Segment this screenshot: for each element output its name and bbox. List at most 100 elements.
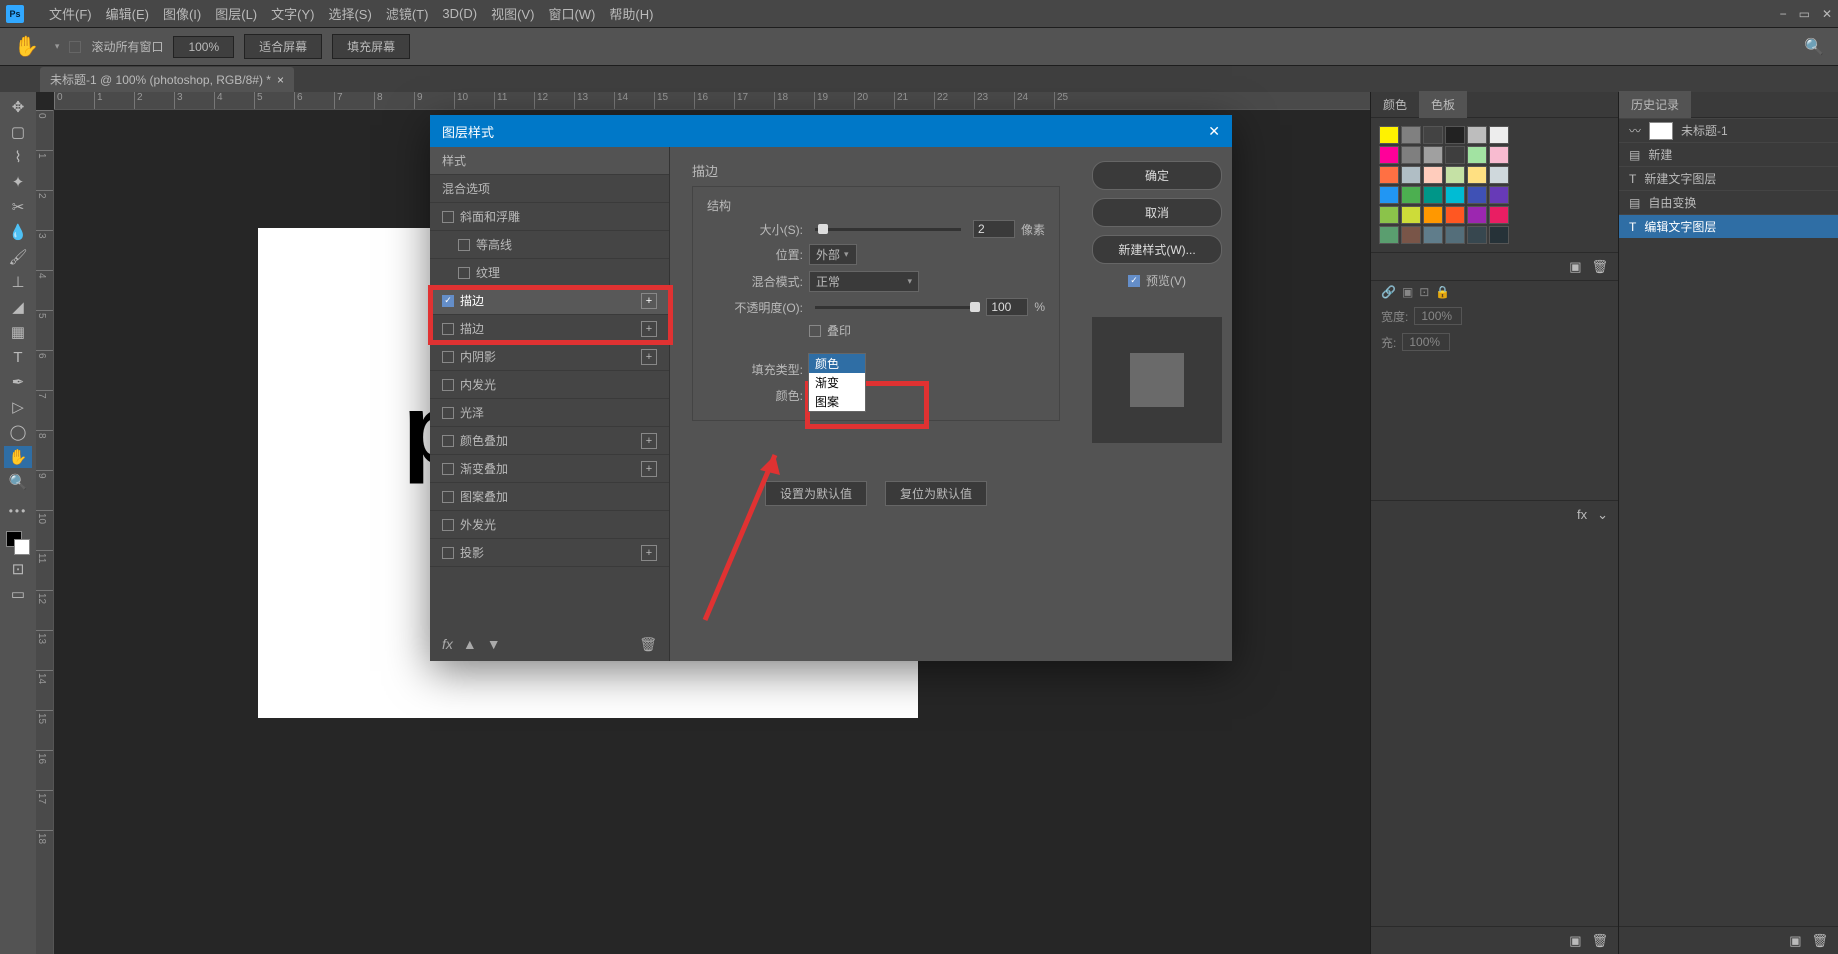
filltype-option-gradient[interactable]: 渐变	[809, 373, 865, 392]
history-item[interactable]: T新建文字图层	[1619, 166, 1838, 190]
swatch[interactable]	[1401, 206, 1421, 224]
menu-select[interactable]: 选择(S)	[321, 4, 378, 23]
crop-tool-icon[interactable]: ✂	[4, 196, 32, 218]
history-item[interactable]: ▤自由变换	[1619, 190, 1838, 214]
swatch[interactable]	[1379, 206, 1399, 224]
swatch[interactable]	[1379, 146, 1399, 164]
swatch[interactable]	[1489, 146, 1509, 164]
style-checkbox[interactable]	[458, 239, 470, 251]
color-tab[interactable]: 颜色	[1371, 91, 1419, 118]
preview-checkbox[interactable]: ✓	[1128, 275, 1140, 287]
close-tab-icon[interactable]: ×	[277, 73, 284, 87]
size-input[interactable]	[973, 220, 1015, 238]
delete-history-icon[interactable]: 🗑	[1811, 933, 1828, 949]
style-checkbox[interactable]	[442, 519, 454, 531]
swatch[interactable]	[1401, 126, 1421, 144]
history-snapshot[interactable]: 〰 未标题-1	[1619, 118, 1838, 142]
lock-icon[interactable]: 🔒	[1435, 285, 1450, 299]
fill-screen-button[interactable]: 填充屏幕	[332, 34, 410, 59]
new-snapshot-icon[interactable]: ▣	[1789, 933, 1801, 949]
filltype-option-pattern[interactable]: 图案	[809, 392, 865, 411]
brush-tool-icon[interactable]: 🖌	[4, 246, 32, 268]
style-item[interactable]: 内发光	[430, 371, 669, 399]
history-tab[interactable]: 历史记录	[1619, 91, 1691, 118]
style-checkbox[interactable]	[442, 407, 454, 419]
swatch[interactable]	[1489, 226, 1509, 244]
style-checkbox[interactable]	[442, 463, 454, 475]
add-effect-icon[interactable]: +	[641, 461, 657, 477]
style-checkbox[interactable]	[442, 323, 454, 335]
tool-preset-dropdown-icon[interactable]: ▾	[55, 41, 60, 52]
swatch[interactable]	[1423, 186, 1443, 204]
menu-edit[interactable]: 编辑(E)	[99, 4, 156, 23]
style-item[interactable]: 光泽	[430, 399, 669, 427]
swatch[interactable]	[1445, 226, 1465, 244]
history-item[interactable]: T编辑文字图层	[1619, 214, 1838, 238]
style-item[interactable]: 内阴影+	[430, 343, 669, 371]
chevron-down-icon[interactable]: ⌄	[1597, 507, 1608, 523]
swatch[interactable]	[1401, 146, 1421, 164]
new-icon[interactable]: ▣	[1402, 285, 1413, 299]
link-icon[interactable]: 🔗	[1381, 285, 1396, 299]
swatch[interactable]	[1401, 186, 1421, 204]
dialog-titlebar[interactable]: 图层样式 ✕	[430, 115, 1232, 147]
swatch[interactable]	[1445, 126, 1465, 144]
swatch[interactable]	[1489, 206, 1509, 224]
scroll-all-checkbox[interactable]	[69, 41, 81, 53]
menu-window[interactable]: 窗口(W)	[541, 4, 602, 23]
swatch[interactable]	[1467, 206, 1487, 224]
mask-icon[interactable]: ⊡	[1419, 285, 1429, 299]
swatch[interactable]	[1467, 126, 1487, 144]
quickmask-icon[interactable]: ⊡	[4, 558, 32, 580]
swatch[interactable]	[1489, 186, 1509, 204]
set-default-button[interactable]: 设置为默认值	[765, 481, 867, 506]
styles-header[interactable]: 样式	[430, 147, 669, 175]
fx-icon[interactable]: fx	[442, 636, 453, 652]
swatch[interactable]	[1467, 166, 1487, 184]
swatch[interactable]	[1489, 166, 1509, 184]
swatch[interactable]	[1379, 226, 1399, 244]
style-item[interactable]: 颜色叠加+	[430, 427, 669, 455]
delete-layer-icon[interactable]: 🗑	[1591, 933, 1608, 949]
swatch[interactable]	[1379, 186, 1399, 204]
style-item[interactable]: 渐变叠加+	[430, 455, 669, 483]
zoom-tool-icon[interactable]: 🔍	[4, 471, 32, 493]
arrow-up-icon[interactable]: ▲	[463, 636, 477, 652]
shape-tool-icon[interactable]: ◯	[4, 421, 32, 443]
style-checkbox[interactable]	[442, 547, 454, 559]
swatch[interactable]	[1401, 226, 1421, 244]
more-tools-icon[interactable]: •••	[9, 504, 28, 518]
swatch[interactable]	[1379, 126, 1399, 144]
new-style-button[interactable]: 新建样式(W)...	[1092, 235, 1222, 264]
blendmode-dropdown[interactable]: 正常▾	[809, 271, 919, 292]
style-checkbox[interactable]	[442, 211, 454, 223]
swatch[interactable]	[1445, 166, 1465, 184]
swatch[interactable]	[1445, 186, 1465, 204]
eraser-tool-icon[interactable]: ◢	[4, 296, 32, 318]
style-checkbox[interactable]	[442, 435, 454, 447]
maximize-icon[interactable]: ▭	[1799, 7, 1810, 21]
style-checkbox[interactable]	[458, 267, 470, 279]
zoom-100-button[interactable]: 100%	[173, 36, 234, 58]
menu-file[interactable]: 文件(F)	[42, 4, 99, 23]
history-item[interactable]: ▤新建	[1619, 142, 1838, 166]
position-dropdown[interactable]: 外部▾	[809, 244, 857, 265]
add-effect-icon[interactable]: +	[641, 433, 657, 449]
search-icon[interactable]: 🔍	[1804, 37, 1824, 57]
swatch[interactable]	[1467, 146, 1487, 164]
menu-type[interactable]: 文字(Y)	[264, 4, 321, 23]
style-item[interactable]: 外发光	[430, 511, 669, 539]
dialog-close-icon[interactable]: ✕	[1208, 123, 1220, 140]
new-layer-icon[interactable]: ▣	[1569, 933, 1581, 949]
close-icon[interactable]: ✕	[1822, 7, 1832, 21]
document-tab[interactable]: 未标题-1 @ 100% (photoshop, RGB/8#) * ×	[40, 67, 294, 92]
path-select-tool-icon[interactable]: ▷	[4, 396, 32, 418]
style-checkbox[interactable]: ✓	[442, 295, 454, 307]
overprint-checkbox[interactable]	[809, 325, 821, 337]
background-color[interactable]	[14, 539, 30, 555]
swatch[interactable]	[1445, 206, 1465, 224]
size-slider[interactable]	[815, 228, 961, 231]
cancel-button[interactable]: 取消	[1092, 198, 1222, 227]
style-item[interactable]: 描边+	[430, 315, 669, 343]
add-effect-icon[interactable]: +	[641, 293, 657, 309]
